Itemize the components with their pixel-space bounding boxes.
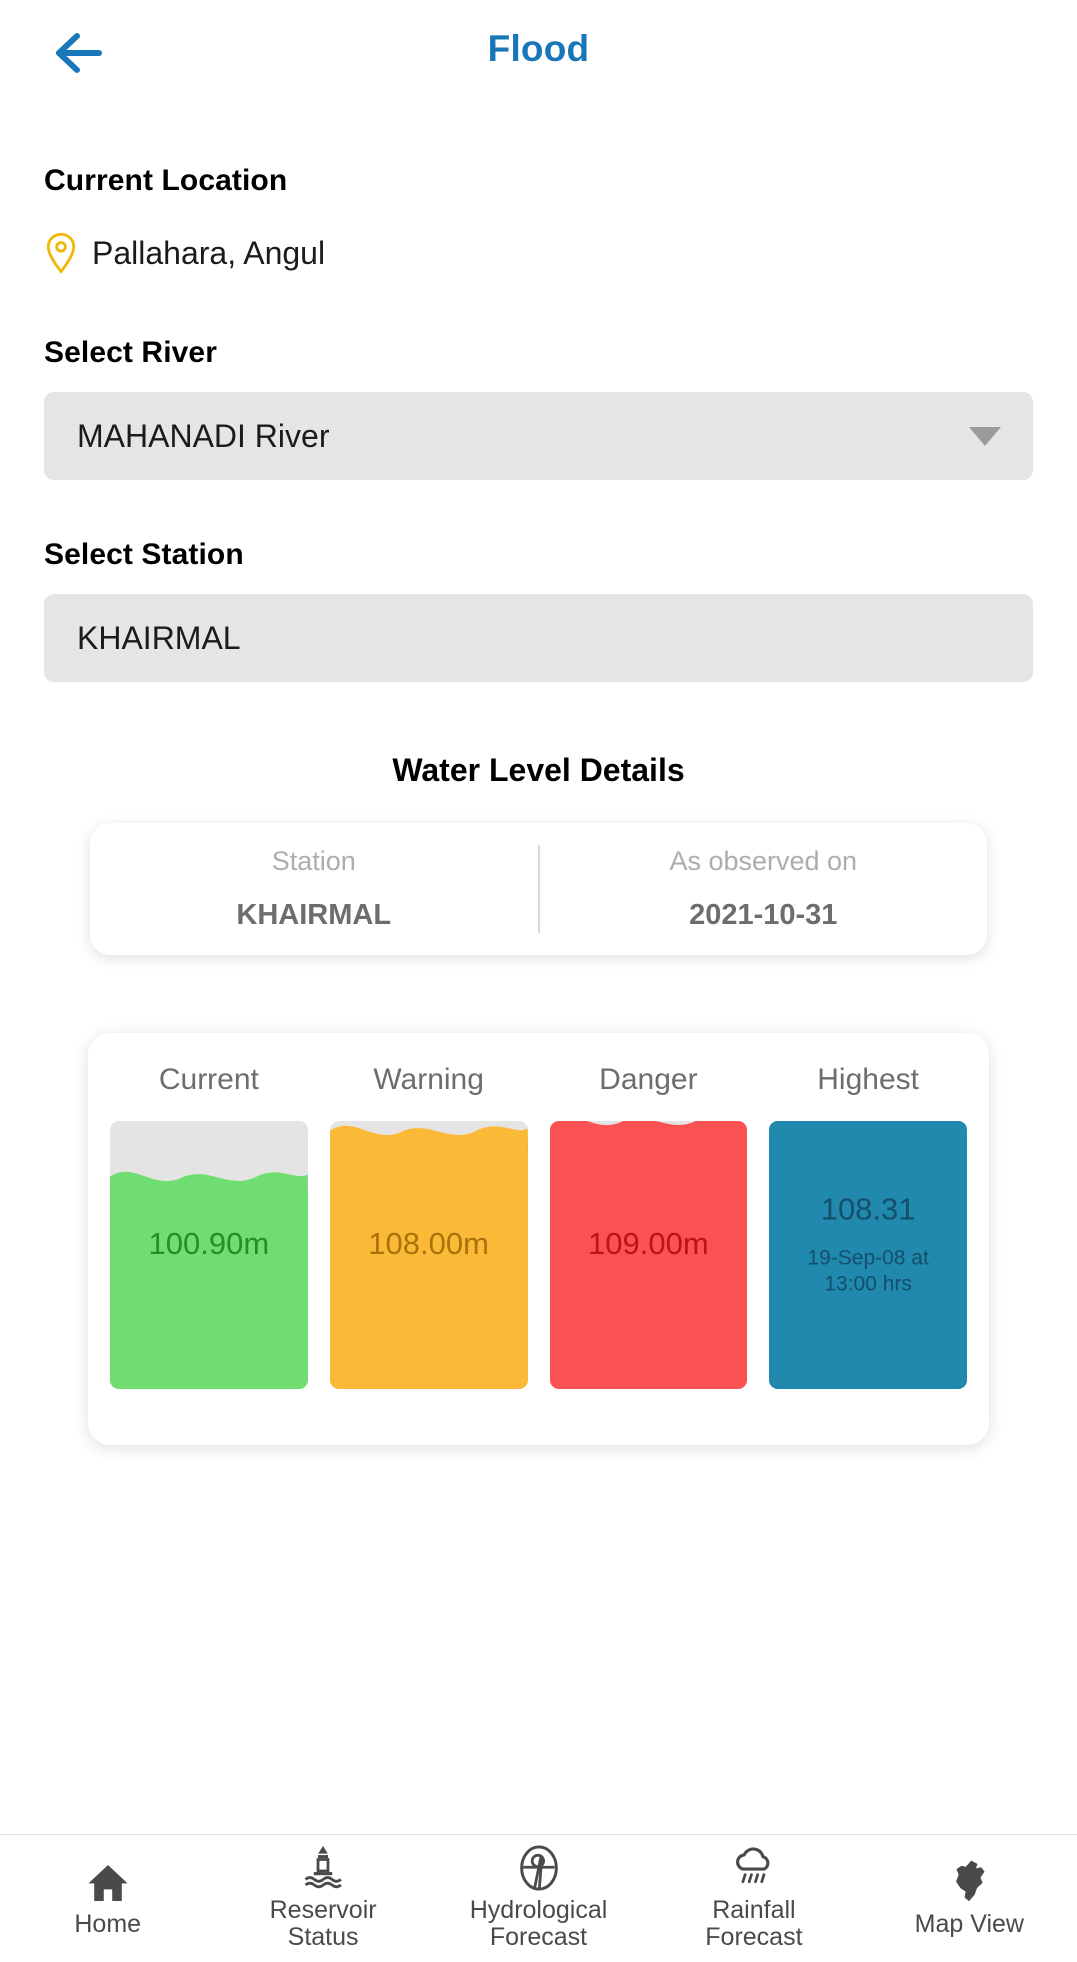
nav-item-label: Rainfall Forecast [705, 1896, 803, 1951]
bar-fill [769, 1121, 967, 1389]
nav-item-label: Map View [914, 1909, 1024, 1938]
station-summary-observed-value: 2021-10-31 [689, 899, 838, 931]
bar-category-label: Danger [599, 1063, 698, 1096]
nav-item-rainfall-forecast[interactable]: Rainfall Forecast [646, 1835, 861, 1962]
app-header: Flood [0, 0, 1077, 102]
nav-item-home[interactable]: Home [0, 1835, 215, 1962]
station-summary-station-value: KHAIRMAL [236, 899, 392, 931]
bar-category-label: Current [158, 1063, 259, 1096]
station-dropdown-value: KHAIRMAL [77, 619, 241, 656]
bar-fill [549, 1131, 748, 1389]
water-level-bars-row: Current 100.90m Warning 108.00m Danger 109.00… [110, 1063, 967, 1389]
bar-track: 108.31 19-Sep-08 at 13:00 hrs [769, 1121, 967, 1389]
station-summary-observed-label: As observed on [669, 846, 858, 876]
water-level-bar-danger: Danger 109.00m [549, 1063, 748, 1389]
nav-item-label: Home [74, 1909, 142, 1938]
river-dropdown-value: MAHANADI River [77, 417, 330, 454]
water-level-bar-current: Current 100.90m [110, 1063, 308, 1389]
bar-category-label: Highest [817, 1063, 919, 1096]
reservoir-buoy-icon [300, 1845, 346, 1892]
home-icon [85, 1860, 131, 1906]
bar-track: 108.00m [329, 1121, 528, 1389]
station-dropdown[interactable]: KHAIRMAL [44, 594, 1033, 682]
chevron-down-icon [969, 426, 1001, 446]
main-content: Current Location Pallahara, Angul Select… [0, 164, 1077, 1445]
bar-fill [329, 1142, 528, 1389]
water-level-bar-highest: Highest 108.31 19-Sep-08 at 13:00 hrs [769, 1063, 967, 1389]
station-summary-station-col: Station KHAIRMAL [90, 846, 538, 932]
select-river-label: Select River [44, 336, 217, 369]
water-level-details-title: Water Level Details [392, 752, 685, 788]
station-summary-station-label: Station [271, 846, 356, 876]
current-location-row: Pallahara, Angul [44, 232, 1033, 274]
hydrological-gauge-icon [515, 1845, 563, 1892]
nav-item-reservoir-status[interactable]: Reservoir Status [215, 1835, 430, 1962]
select-station-label: Select Station [44, 538, 244, 571]
station-summary-date-col: As observed on 2021-10-31 [540, 846, 988, 932]
bottom-navigation: Home Reservoir Status Hydrological Forecas… [0, 1834, 1077, 1962]
page-title: Flood [487, 28, 590, 69]
river-dropdown[interactable]: MAHANADI River [44, 392, 1033, 480]
location-pin-icon [44, 232, 78, 274]
current-location-value: Pallahara, Angul [92, 234, 326, 271]
nav-item-label: Hydrological Forecast [469, 1896, 608, 1951]
nav-item-label: Reservoir Status [269, 1896, 377, 1951]
nav-item-hydrological-forecast[interactable]: Hydrological Forecast [431, 1835, 646, 1962]
station-summary-card: Station KHAIRMAL As observed on 2021-10-… [90, 823, 987, 955]
current-location-heading: Current Location [44, 164, 288, 197]
bar-track: 100.90m [110, 1121, 308, 1389]
bar-category-label: Warning [373, 1063, 484, 1096]
water-level-bars-card: Current 100.90m Warning 108.00m Danger 109.00… [88, 1033, 989, 1445]
water-level-bar-warning: Warning 108.00m [329, 1063, 528, 1389]
bar-fill [110, 1188, 308, 1389]
bar-track: 109.00m [549, 1121, 748, 1389]
nav-item-map-view[interactable]: Map View [862, 1835, 1077, 1962]
rain-cloud-icon [729, 1846, 779, 1892]
map-region-icon [946, 1860, 992, 1906]
